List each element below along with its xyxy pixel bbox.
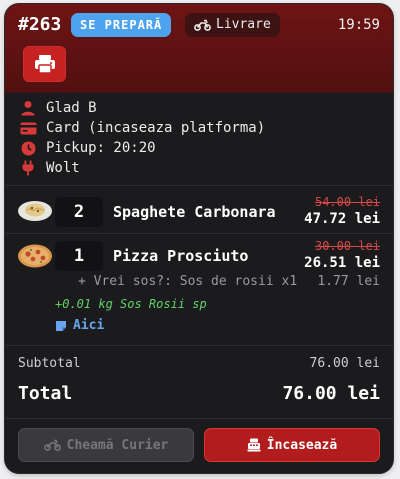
subtotal-value: 76.00 lei <box>309 356 380 371</box>
platform-row: Wolt <box>18 158 265 178</box>
call-courier-label: Cheamă Curier <box>66 437 169 453</box>
scooter-icon <box>194 19 211 31</box>
item-note-link[interactable]: Aici <box>55 318 104 333</box>
user-icon <box>18 98 38 118</box>
delivery-type-pill: Livrare <box>185 13 280 37</box>
printer-icon <box>34 54 56 74</box>
item-price: 26.51 lei <box>304 255 380 271</box>
pickup-time: Pickup: 20:20 <box>46 140 156 156</box>
order-number: #263 <box>18 14 62 35</box>
status-badge: SE PREPARĂ <box>71 13 172 37</box>
divider <box>5 233 393 234</box>
scooter-icon <box>43 439 61 451</box>
item-extra: +0.01 kg Sos Rosii sp <box>55 297 207 311</box>
divider <box>5 185 393 186</box>
note-icon <box>55 320 67 332</box>
pizza-icon <box>17 243 53 268</box>
pasta-plate-icon <box>17 198 53 222</box>
customer-info: Glad B Card (incaseaza platforma) Pickup… <box>18 98 265 178</box>
item-option-price: 1.77 lei <box>317 274 380 289</box>
item-quantity: 2 <box>55 197 103 227</box>
item-original-price: 30.00 lei <box>314 239 380 253</box>
platform-name: Wolt <box>46 160 80 176</box>
item-option: + Vrei sos?: Sos de rosii x1 <box>78 274 298 289</box>
order-card: #263 SE PREPARĂ Livrare 19:59 Glad B Car… <box>5 4 393 473</box>
customer-name: Glad B <box>46 100 97 116</box>
item-quantity: 1 <box>55 241 103 271</box>
divider <box>5 418 393 419</box>
call-courier-button[interactable]: Cheamă Curier <box>18 428 194 462</box>
order-header: #263 SE PREPARĂ Livrare 19:59 <box>5 4 393 93</box>
note-label: Aici <box>73 318 105 333</box>
print-button[interactable] <box>23 46 66 82</box>
credit-card-icon <box>18 118 38 138</box>
item-name: Pizza Prosciuto <box>113 247 249 265</box>
item-original-price: 54.00 lei <box>314 195 380 209</box>
total-label: Total <box>18 383 73 404</box>
order-item: 2 Spaghete Carbonara 54.00 lei 47.72 lei <box>5 189 393 235</box>
collect-payment-label: Încasează <box>266 437 338 453</box>
plug-icon <box>18 158 38 178</box>
payment-row: Card (incaseaza platforma) <box>18 118 265 138</box>
item-price: 47.72 lei <box>304 211 380 227</box>
pickup-row: Pickup: 20:20 <box>18 138 265 158</box>
customer-name-row: Glad B <box>18 98 265 118</box>
divider <box>5 345 393 346</box>
item-name: Spaghete Carbonara <box>113 203 276 221</box>
total-value: 76.00 lei <box>282 383 380 404</box>
payment-method: Card (incaseaza platforma) <box>46 120 266 136</box>
collect-payment-button[interactable]: Încasează <box>204 428 380 462</box>
clock-icon <box>18 138 38 158</box>
subtotal-label: Subtotal <box>18 356 81 371</box>
delivery-type-label: Livrare <box>216 17 271 32</box>
cash-register-icon <box>247 438 261 452</box>
order-time: 19:59 <box>337 17 380 33</box>
